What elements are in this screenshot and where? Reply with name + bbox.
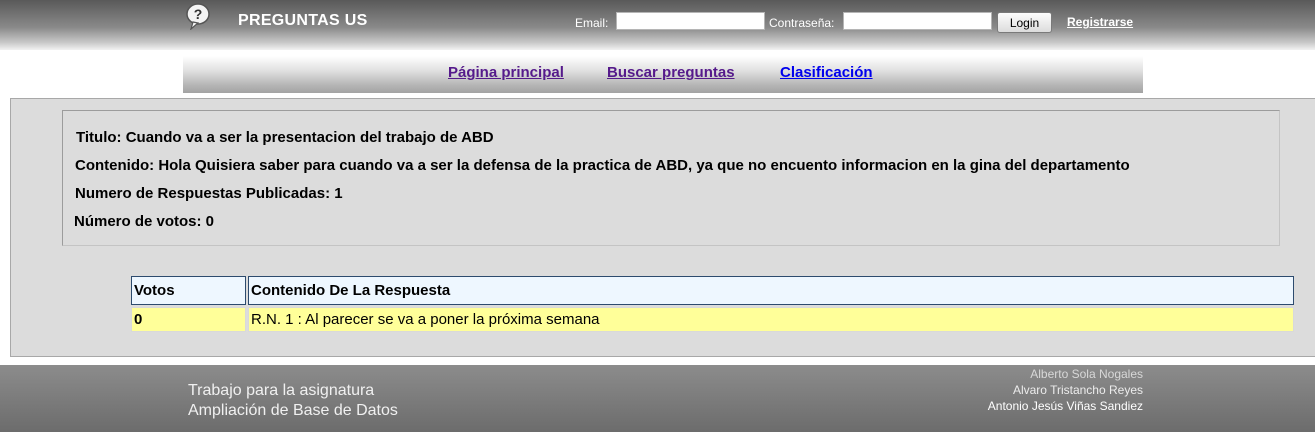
- password-field[interactable]: [843, 12, 992, 30]
- question-title: Titulo: Cuando va a ser la presentacion …: [76, 129, 494, 146]
- course-info: Trabajo para la asignatura Ampliación de…: [188, 381, 398, 421]
- main-content: Titulo: Cuando va a ser la presentacion …: [10, 98, 1315, 357]
- register-link[interactable]: Registrarse: [1067, 15, 1133, 29]
- table-row: 0 R.N. 1 : Al parecer se va a poner la p…: [131, 307, 1294, 332]
- svg-text:?: ?: [194, 6, 203, 22]
- main-nav: Página principal Buscar preguntas Clasif…: [183, 56, 1143, 93]
- footer-bar: Trabajo para la asignatura Ampliación de…: [0, 365, 1315, 432]
- header-bar: ? PREGUNTAS US Email: Contraseña: Login …: [0, 0, 1315, 50]
- column-header-content: Contenido De La Respuesta: [248, 276, 1294, 305]
- authors-list: Alberto Sola Nogales Alvaro Tristancho R…: [988, 366, 1143, 414]
- answers-table: Votos Contenido De La Respuesta 0 R.N. 1…: [129, 274, 1296, 334]
- question-content: Contenido: Hola Quisiera saber para cuan…: [75, 157, 1130, 174]
- question-bubble-icon: ?: [186, 3, 210, 30]
- login-button[interactable]: Login: [997, 12, 1052, 33]
- question-votes: Número de votos: 0: [74, 213, 215, 230]
- question-answers-count: Numero de Respuestas Publicadas: 1: [75, 185, 343, 202]
- nav-search-link[interactable]: Buscar preguntas: [607, 64, 735, 81]
- question-box: Titulo: Cuando va a ser la presentacion …: [62, 110, 1280, 246]
- author-name: Antonio Jesús Viñas Sandiez: [987, 399, 1143, 413]
- nav-ranking-link[interactable]: Clasificación: [780, 64, 873, 81]
- site-title: PREGUNTAS US: [238, 12, 368, 29]
- course-line-2: Ampliación de Base de Datos: [188, 402, 398, 419]
- answer-content-cell: R.N. 1 : Al parecer se va a poner la pró…: [248, 307, 1294, 332]
- nav-home-link[interactable]: Página principal: [448, 64, 564, 81]
- author-name: Alberto Sola Nogales: [1030, 367, 1143, 381]
- table-header-row: Votos Contenido De La Respuesta: [131, 276, 1294, 305]
- password-label: Contraseña:: [769, 16, 835, 30]
- email-field[interactable]: [616, 12, 765, 30]
- author-name: Alvaro Tristancho Reyes: [1012, 383, 1143, 397]
- email-label: Email:: [575, 16, 609, 30]
- answer-votes-cell: 0: [131, 307, 246, 332]
- course-line-1: Trabajo para la asignatura: [188, 382, 375, 399]
- column-header-votes: Votos: [131, 276, 246, 305]
